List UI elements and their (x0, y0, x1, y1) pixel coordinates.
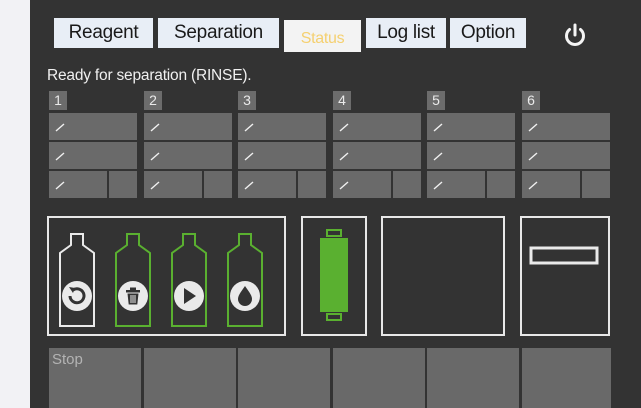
tab-separation[interactable]: Separation (158, 18, 279, 48)
drop-icon (230, 281, 260, 311)
channel-2-slot-2[interactable] (144, 142, 232, 169)
edit-icon (527, 178, 539, 190)
tube-slot-panel[interactable] (520, 216, 610, 336)
sample-bottle[interactable] (171, 233, 207, 327)
column-label-4: 4 (333, 91, 351, 110)
tab-status[interactable]: Status (284, 20, 361, 52)
channel-4-slot-2[interactable] (333, 142, 421, 169)
empty-panel[interactable] (381, 216, 505, 336)
edit-icon (243, 120, 255, 132)
edit-icon (54, 178, 66, 190)
channel-1-slot-1[interactable] (49, 113, 137, 140)
edit-icon (338, 120, 350, 132)
power-icon[interactable] (562, 22, 588, 48)
rinse-refresh-icon (62, 281, 92, 311)
channel-6-slot-3[interactable] (522, 171, 580, 198)
tab-log-list[interactable]: Log list (366, 18, 446, 48)
status-message: Ready for separation (RINSE). (47, 67, 252, 84)
channel-1-slot-2[interactable] (49, 142, 137, 169)
channel-2-slot-1[interactable] (144, 113, 232, 140)
cartridge-icon[interactable] (303, 218, 365, 334)
rinse-bottle[interactable] (59, 233, 95, 327)
channel-4-slot-4[interactable] (393, 171, 421, 198)
play-icon (174, 281, 204, 311)
channel-5-slot-3[interactable] (427, 171, 485, 198)
action-button-3[interactable] (238, 348, 330, 408)
edit-icon (149, 178, 161, 190)
edit-icon (432, 120, 444, 132)
column-label-2: 2 (144, 91, 162, 110)
tube-slot-icon (529, 246, 599, 265)
action-button-6[interactable] (522, 348, 611, 408)
channel-4-slot-1[interactable] (333, 113, 421, 140)
edit-icon (54, 149, 66, 161)
channel-3-slot-2[interactable] (238, 142, 326, 169)
buffer-bottle[interactable] (227, 233, 263, 327)
edit-icon (527, 120, 539, 132)
edit-icon (149, 149, 161, 161)
edit-icon (432, 178, 444, 190)
channel-1-slot-3[interactable] (49, 171, 107, 198)
channel-5-slot-1[interactable] (427, 113, 515, 140)
channel-5-slot-4[interactable] (487, 171, 515, 198)
channel-5-slot-2[interactable] (427, 142, 515, 169)
channel-6-slot-2[interactable] (522, 142, 610, 169)
edit-icon (338, 149, 350, 161)
channel-6-slot-4[interactable] (582, 171, 610, 198)
action-button-4[interactable] (333, 348, 425, 408)
channel-4-slot-3[interactable] (333, 171, 391, 198)
column-label-3: 3 (238, 91, 256, 110)
bottle-graphics (59, 233, 263, 327)
channel-2-slot-3[interactable] (144, 171, 202, 198)
edit-icon (338, 178, 350, 190)
column-label-6: 6 (522, 91, 540, 110)
column-label-5: 5 (427, 91, 445, 110)
instrument-screen: Reagent Separation Status Log list Optio… (30, 0, 641, 408)
channel-3-slot-4[interactable] (298, 171, 326, 198)
button-label: Stop (52, 351, 83, 368)
edit-icon (243, 149, 255, 161)
stop-button[interactable]: Stop (49, 348, 141, 408)
cartridge-panel (301, 216, 367, 336)
channel-3-slot-1[interactable] (238, 113, 326, 140)
edit-icon (527, 149, 539, 161)
column-label-1: 1 (49, 91, 67, 110)
edit-icon (432, 149, 444, 161)
bottle-panel (47, 216, 286, 336)
waste-trash-icon (118, 281, 148, 311)
tab-reagent[interactable]: Reagent (54, 18, 153, 48)
tab-option[interactable]: Option (450, 18, 526, 48)
action-button-2[interactable] (144, 348, 236, 408)
edit-icon (149, 120, 161, 132)
channel-3-slot-3[interactable] (238, 171, 296, 198)
channel-1-slot-4[interactable] (109, 171, 137, 198)
channel-2-slot-4[interactable] (204, 171, 232, 198)
channel-6-slot-1[interactable] (522, 113, 610, 140)
edit-icon (54, 120, 66, 132)
action-button-5[interactable] (427, 348, 519, 408)
edit-icon (243, 178, 255, 190)
waste-bottle[interactable] (115, 233, 151, 327)
